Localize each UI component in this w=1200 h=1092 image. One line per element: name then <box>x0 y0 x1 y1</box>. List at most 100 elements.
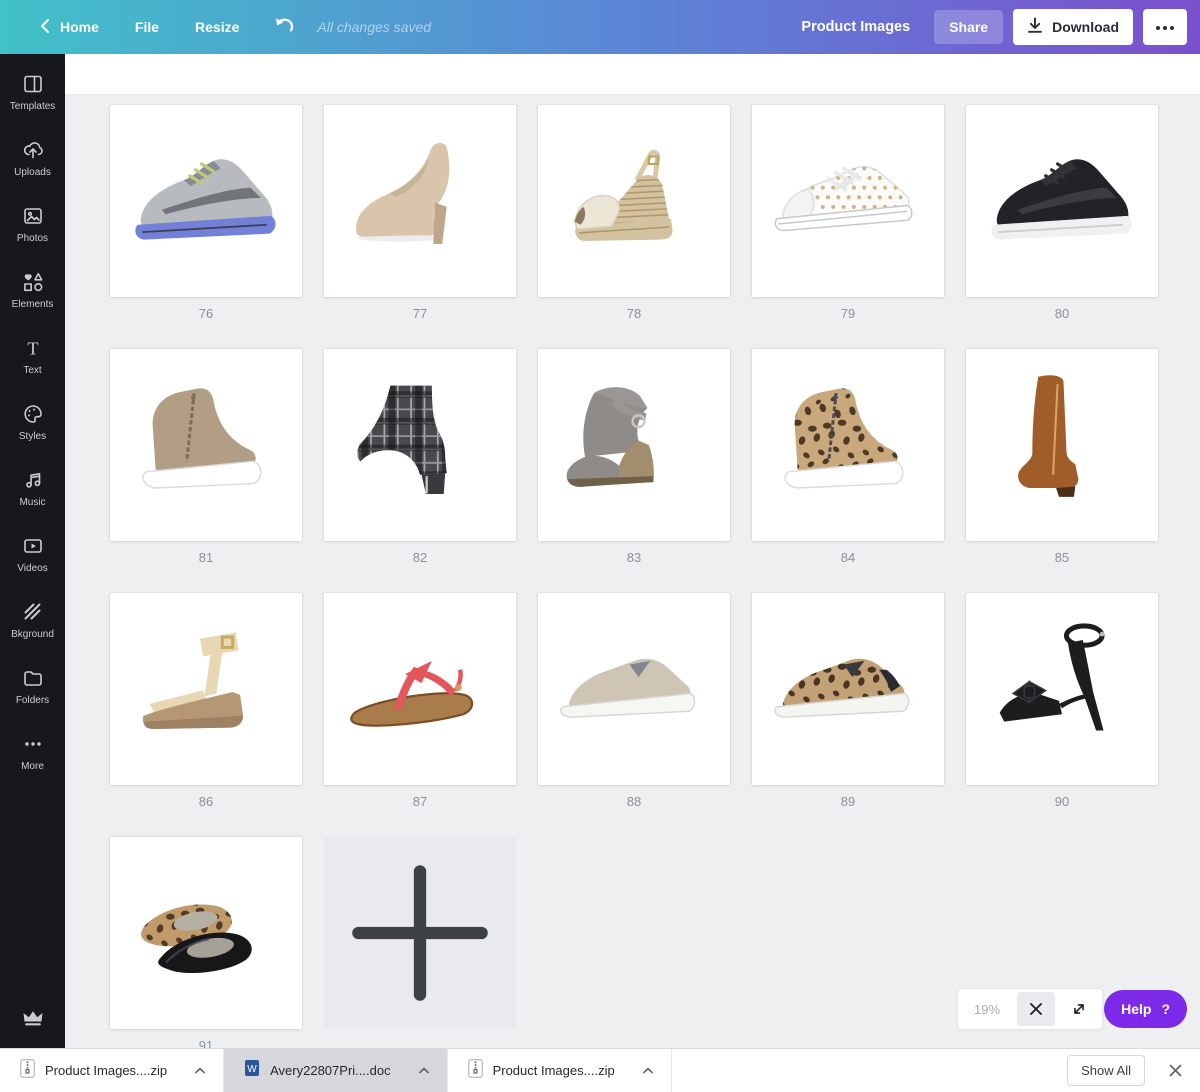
top-bar: Home File Resize All changes saved Produ… <box>0 0 1200 54</box>
product-image-79[interactable] <box>752 105 944 297</box>
grid-cell: 88 <box>538 593 730 785</box>
undo-button[interactable] <box>257 0 313 54</box>
sidebar-item-label: Bkground <box>11 629 54 640</box>
shoe-photo-89 <box>759 600 937 778</box>
design-canvas: 76 77 78 79 80 8 <box>65 54 1200 1048</box>
sidebar-item-elements[interactable]: Elements <box>0 257 65 323</box>
grid-cell: 85 <box>966 349 1158 541</box>
product-image-80[interactable] <box>966 105 1158 297</box>
product-image-89[interactable] <box>752 593 944 785</box>
grid-cell: 76 <box>110 105 302 297</box>
canva-pro-crown-button[interactable] <box>0 1009 65 1032</box>
zoom-level: 19% <box>958 1002 1016 1017</box>
download-file-name: Avery22807Pri....doc <box>270 1063 390 1078</box>
fullscreen-button[interactable] <box>1056 1000 1102 1018</box>
product-image-77[interactable] <box>324 105 516 297</box>
sidebar-item-styles[interactable]: Styles <box>0 389 65 455</box>
sidebar-item-label: Text <box>23 365 41 376</box>
zip-file-icon <box>20 1059 35 1083</box>
grid-cell: 90 <box>966 593 1158 785</box>
image-number: 87 <box>324 794 516 809</box>
sidebar-item-label: Music <box>19 497 45 508</box>
text-icon: T <box>21 336 45 360</box>
sidebar-item-photos[interactable]: Photos <box>0 191 65 257</box>
sidebar-item-videos[interactable]: Videos <box>0 521 65 587</box>
chevron-up-icon[interactable] <box>193 1066 207 1076</box>
product-image-90[interactable] <box>966 593 1158 785</box>
previous-page-edge <box>65 54 1200 95</box>
product-image-85[interactable] <box>966 349 1158 541</box>
product-image-91[interactable] <box>110 837 302 1029</box>
ellipsis-icon <box>1155 18 1175 36</box>
file-menu-button[interactable]: File <box>117 0 177 54</box>
more-options-button[interactable] <box>1143 9 1187 45</box>
sidebar-item-label: Folders <box>16 695 49 706</box>
help-button[interactable]: Help ? <box>1104 990 1187 1028</box>
image-number: 83 <box>538 550 730 565</box>
shoe-photo-90 <box>973 600 1151 778</box>
sidebar-item-text[interactable]: T Text <box>0 323 65 389</box>
uploads-icon <box>21 138 45 162</box>
sidebar-item-label: Templates <box>10 101 56 112</box>
home-button[interactable]: Home <box>20 0 117 54</box>
sidebar-item-more[interactable]: More <box>0 719 65 785</box>
image-number: 89 <box>752 794 944 809</box>
shoe-photo-76 <box>117 112 295 290</box>
download-item-1[interactable]: W Avery22807Pri....doc <box>224 1049 447 1092</box>
resize-menu-button[interactable]: Resize <box>177 0 257 54</box>
product-image-76[interactable] <box>110 105 302 297</box>
photos-icon <box>21 204 45 228</box>
product-image-82[interactable] <box>324 349 516 541</box>
doc-file-icon: W <box>244 1059 260 1082</box>
close-icon <box>1169 1064 1182 1077</box>
download-file-name: Product Images....zip <box>45 1063 167 1078</box>
add-image-card[interactable] <box>324 837 516 1029</box>
image-number: 90 <box>966 794 1158 809</box>
design-title[interactable]: Product Images <box>801 19 910 35</box>
close-downloads-bar-button[interactable] <box>1169 1064 1182 1077</box>
sidebar-item-label: Videos <box>17 563 47 574</box>
sidebar-item-music[interactable]: Music <box>0 455 65 521</box>
product-image-84[interactable] <box>752 349 944 541</box>
home-label: Home <box>60 19 99 35</box>
product-image-88[interactable] <box>538 593 730 785</box>
share-button[interactable]: Share <box>934 10 1003 44</box>
back-chevron-icon <box>38 18 51 37</box>
plus-icon <box>331 844 509 1022</box>
download-item-2[interactable]: Product Images....zip <box>448 1049 672 1092</box>
folders-icon <box>21 666 45 690</box>
shoe-photo-82 <box>331 356 509 534</box>
sidebar-item-bkground[interactable]: Bkground <box>0 587 65 653</box>
sidebar-item-templates[interactable]: Templates <box>0 59 65 125</box>
download-item-0[interactable]: Product Images....zip <box>0 1049 224 1092</box>
shoe-photo-88 <box>545 600 723 778</box>
chevron-up-icon[interactable] <box>417 1066 431 1076</box>
close-icon <box>1029 1002 1043 1016</box>
product-image-78[interactable] <box>538 105 730 297</box>
image-number: 80 <box>966 306 1158 321</box>
product-image-83[interactable] <box>538 349 730 541</box>
templates-icon <box>21 72 45 96</box>
grid-cell: 84 <box>752 349 944 541</box>
chevron-up-icon[interactable] <box>641 1066 655 1076</box>
elements-icon <box>21 270 45 294</box>
shoe-photo-78 <box>545 112 723 290</box>
sidebar-item-label: Uploads <box>14 167 51 178</box>
image-number: 91 <box>110 1038 302 1048</box>
product-image-86[interactable] <box>110 593 302 785</box>
sidebar-item-uploads[interactable]: Uploads <box>0 125 65 191</box>
sidebar-nav: Templates Uploads PhotosElements T Text Style… <box>0 54 65 1048</box>
image-grid: 76 77 78 79 80 8 <box>110 105 1158 1029</box>
image-number: 78 <box>538 306 730 321</box>
show-all-downloads-button[interactable]: Show All <box>1067 1055 1145 1086</box>
product-image-81[interactable] <box>110 349 302 541</box>
zoom-close-button[interactable] <box>1017 992 1055 1026</box>
file-label: File <box>135 19 159 35</box>
download-button[interactable]: Download <box>1013 9 1133 45</box>
crown-icon <box>22 1009 44 1032</box>
background-icon <box>21 600 45 624</box>
sidebar-item-folders[interactable]: Folders <box>0 653 65 719</box>
music-icon <box>21 468 45 492</box>
image-number: 77 <box>324 306 516 321</box>
product-image-87[interactable] <box>324 593 516 785</box>
